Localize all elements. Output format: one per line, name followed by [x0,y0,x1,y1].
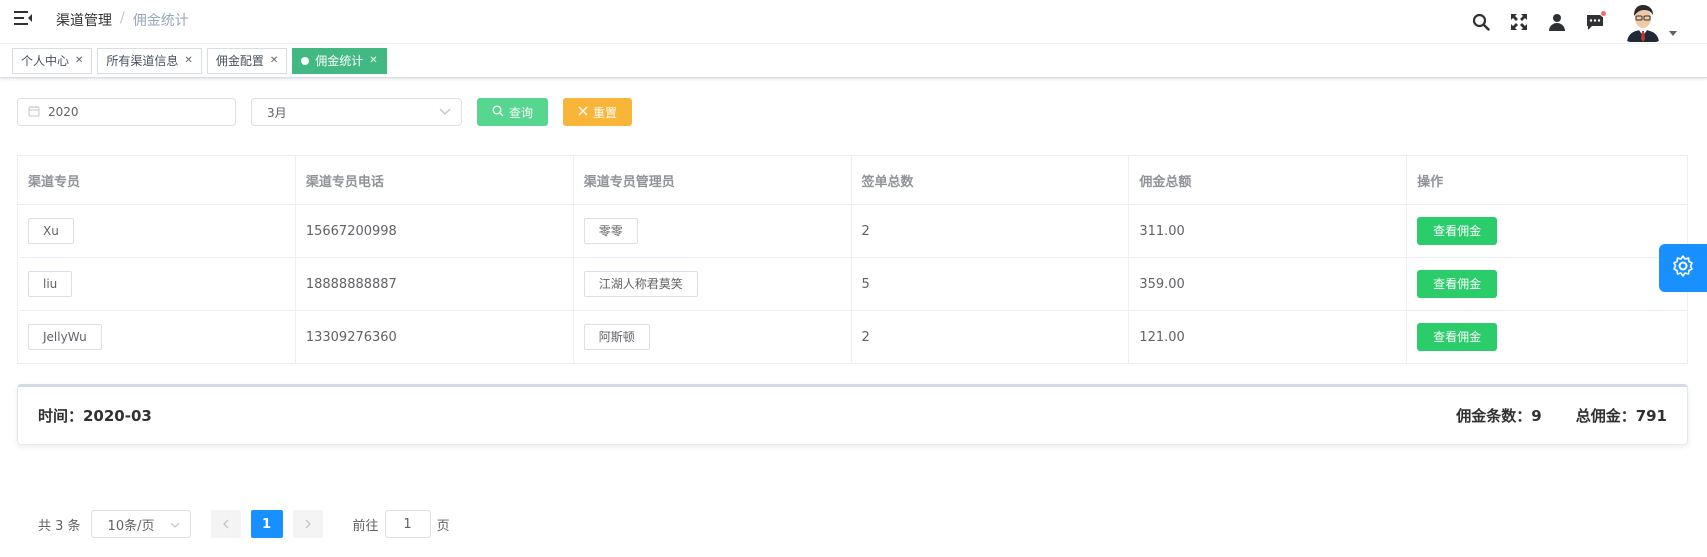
total-cell: 121.00 [1128,310,1408,364]
phone-cell: 15667200998 [294,204,574,258]
close-icon[interactable]: ✕ [369,49,377,73]
active-dot-icon [301,56,310,65]
agent-tag: liu [28,271,73,297]
orders-cell: 2 [850,310,1130,364]
month-value: 3月 [267,105,287,120]
breadcrumb-current: 佣金统计 [132,13,189,29]
close-icon[interactable]: ✕ [184,49,192,73]
message-icon[interactable] [1585,10,1607,32]
close-icon[interactable]: ✕ [75,49,83,73]
next-page-button[interactable] [292,510,323,538]
view-commission-button[interactable]: 查看佣金 [1417,270,1498,298]
goto-suffix: 页 [436,518,450,534]
column-header: 签单总数 [850,155,1130,205]
column-header: 渠道专员电话 [294,155,574,205]
close-icon [578,105,588,119]
breadcrumb: 渠道管理 / 佣金统计 [56,10,189,30]
page-number-current[interactable]: 1 [250,510,283,538]
agent-tag: JellyWu [28,324,102,350]
tag-label: 佣金统计 [315,53,364,68]
manager-tag: 阿斯顿 [583,324,650,350]
manager-tag: 江湖人称君莫笑 [583,271,698,297]
notification-dot [1600,10,1607,17]
reset-label: 重置 [593,105,618,120]
search-icon [492,105,504,120]
total-cell: 359.00 [1128,257,1408,311]
table-header-row: 渠道专员 渠道专员电话 渠道专员管理员 签单总数 佣金总额 操作 [17,155,1688,205]
summary-time: 时间：2020-03 [38,407,152,425]
orders-cell: 5 [850,257,1130,311]
column-header: 渠道专员 [17,155,296,205]
manager-tag: 零零 [583,218,638,244]
view-commission-button[interactable]: 查看佣金 [1417,323,1498,351]
close-icon[interactable]: ✕ [270,49,278,73]
tag-label: 所有渠道信息 [106,53,179,68]
pagination-total: 共 3 条 [38,518,81,534]
chevron-down-icon [439,105,451,119]
tag-commission-config[interactable]: 佣金配置 ✕ [206,47,288,74]
calendar-icon [28,105,40,120]
tags-view: 个人中心 ✕ 所有渠道信息 ✕ 佣金配置 ✕ 佣金统计 ✕ [0,44,1707,78]
year-value: 2020 [48,105,79,119]
summary-count: 佣金条数：9 [1456,407,1542,425]
goto-page: 前往 1 页 [353,510,450,538]
commission-table: 渠道专员 渠道专员电话 渠道专员管理员 签单总数 佣金总额 操作 Xu 1566… [17,155,1688,364]
summary-total: 总佣金：791 [1575,407,1667,425]
table-row: JellyWu 13309276360 阿斯顿 2 121.00 查看佣金 [17,310,1688,364]
avatar-dropdown[interactable] [1623,2,1677,42]
reset-button[interactable]: 重置 [563,98,633,126]
hamburger-icon[interactable] [14,10,32,26]
summary-card: 时间：2020-03 佣金条数：9 总佣金：791 [17,384,1688,445]
query-button[interactable]: 查询 [477,98,549,126]
fullscreen-icon[interactable] [1509,12,1529,32]
navbar: 渠道管理 / 佣金统计 [0,0,1707,44]
month-select[interactable]: 3月 [251,98,462,126]
orders-cell: 2 [850,204,1130,258]
total-cell: 311.00 [1128,204,1408,258]
year-picker[interactable]: 2020 [17,98,236,126]
chevron-down-icon [170,517,180,532]
breadcrumb-parent[interactable]: 渠道管理 [56,10,112,30]
gear-icon [1671,254,1695,282]
page-size-value: 10条/页 [107,518,155,534]
settings-button[interactable] [1659,244,1707,292]
agent-tag: Xu [28,218,74,244]
caret-down-icon [1669,31,1677,36]
goto-label: 前往 [352,518,379,534]
goto-page-input[interactable]: 1 [384,510,431,538]
query-label: 查询 [509,105,534,120]
tag-all-channels[interactable]: 所有渠道信息 ✕ [97,47,202,74]
table-row: Xu 15667200998 零零 2 311.00 查看佣金 [17,204,1688,258]
right-menu [1471,0,1677,44]
view-commission-button[interactable]: 查看佣金 [1417,217,1498,245]
tag-label: 个人中心 [21,53,70,68]
tag-label: 佣金配置 [215,53,264,68]
column-header: 渠道专员管理员 [572,155,852,205]
filter-bar: 2020 3月 查询 重置 [17,98,633,126]
prev-page-button[interactable] [210,510,241,538]
breadcrumb-separator: / [120,10,125,26]
phone-cell: 18888888887 [294,257,574,311]
summary-totals: 佣金条数：9 总佣金：791 [1456,405,1667,426]
phone-cell: 13309276360 [294,310,574,364]
user-icon[interactable] [1547,12,1567,32]
table-row: liu 18888888887 江湖人称君莫笑 5 359.00 查看佣金 [17,257,1688,311]
tag-personal-center[interactable]: 个人中心 ✕ [12,47,93,74]
column-header: 操作 [1406,155,1688,205]
page-size-select[interactable]: 10条/页 [90,510,191,538]
avatar [1623,2,1663,42]
pagination: 共 3 条 10条/页 1 前往 1 页 [38,510,450,538]
column-header: 佣金总额 [1128,155,1408,205]
search-icon[interactable] [1471,12,1491,32]
tag-commission-stats[interactable]: 佣金统计 ✕ [292,47,387,74]
